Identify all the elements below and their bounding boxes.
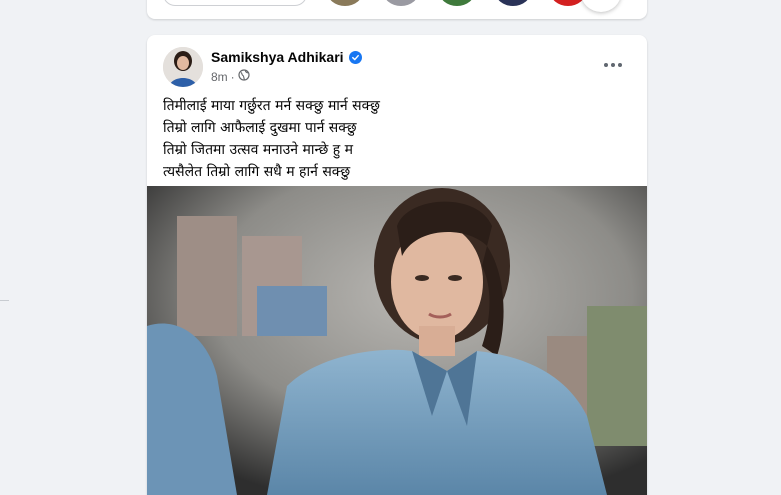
more-options-icon bbox=[604, 63, 622, 67]
story-avatar[interactable] bbox=[550, 0, 586, 6]
post-time[interactable]: 8m bbox=[211, 70, 228, 84]
story-avatar[interactable] bbox=[327, 0, 363, 6]
post-photo[interactable] bbox=[147, 186, 647, 495]
left-divider bbox=[0, 300, 9, 301]
caption-line: तिम्रो लागि आफैलाई दुखमा पार्न सक्छु bbox=[163, 120, 357, 136]
verified-badge-icon bbox=[348, 50, 362, 64]
story-avatar[interactable] bbox=[383, 0, 419, 6]
post-meta: 8m · bbox=[211, 69, 250, 84]
stories-card bbox=[147, 0, 647, 19]
caption-line: तिम्रो जितमा उत्सव मनाउने मान्छे हु म bbox=[163, 142, 354, 158]
caption-line: तिमीलाई माया गर्छुरत मर्न सक्छु मार्न सक… bbox=[163, 98, 380, 114]
composer-pill[interactable] bbox=[163, 0, 307, 6]
more-options-button[interactable] bbox=[597, 51, 629, 79]
post-card: Samikshya Adhikari 8m · तिमीलाई माया गर्… bbox=[147, 35, 647, 495]
post-caption: तिमीलाई माया गर्छुरत मर्न सक्छु मार्न सक… bbox=[163, 95, 633, 183]
story-avatar[interactable] bbox=[495, 0, 531, 6]
author-name[interactable]: Samikshya Adhikari bbox=[211, 49, 344, 65]
story-avatar[interactable] bbox=[439, 0, 475, 6]
meta-separator: · bbox=[230, 69, 235, 84]
caption-line: त्यसैलेत तिम्रो लागि सधै म हार्न सक्छु bbox=[163, 164, 351, 180]
avatar[interactable] bbox=[163, 47, 203, 87]
stories-next-button[interactable] bbox=[581, 0, 621, 12]
post-author: Samikshya Adhikari bbox=[211, 49, 362, 65]
globe-icon[interactable] bbox=[238, 69, 250, 84]
